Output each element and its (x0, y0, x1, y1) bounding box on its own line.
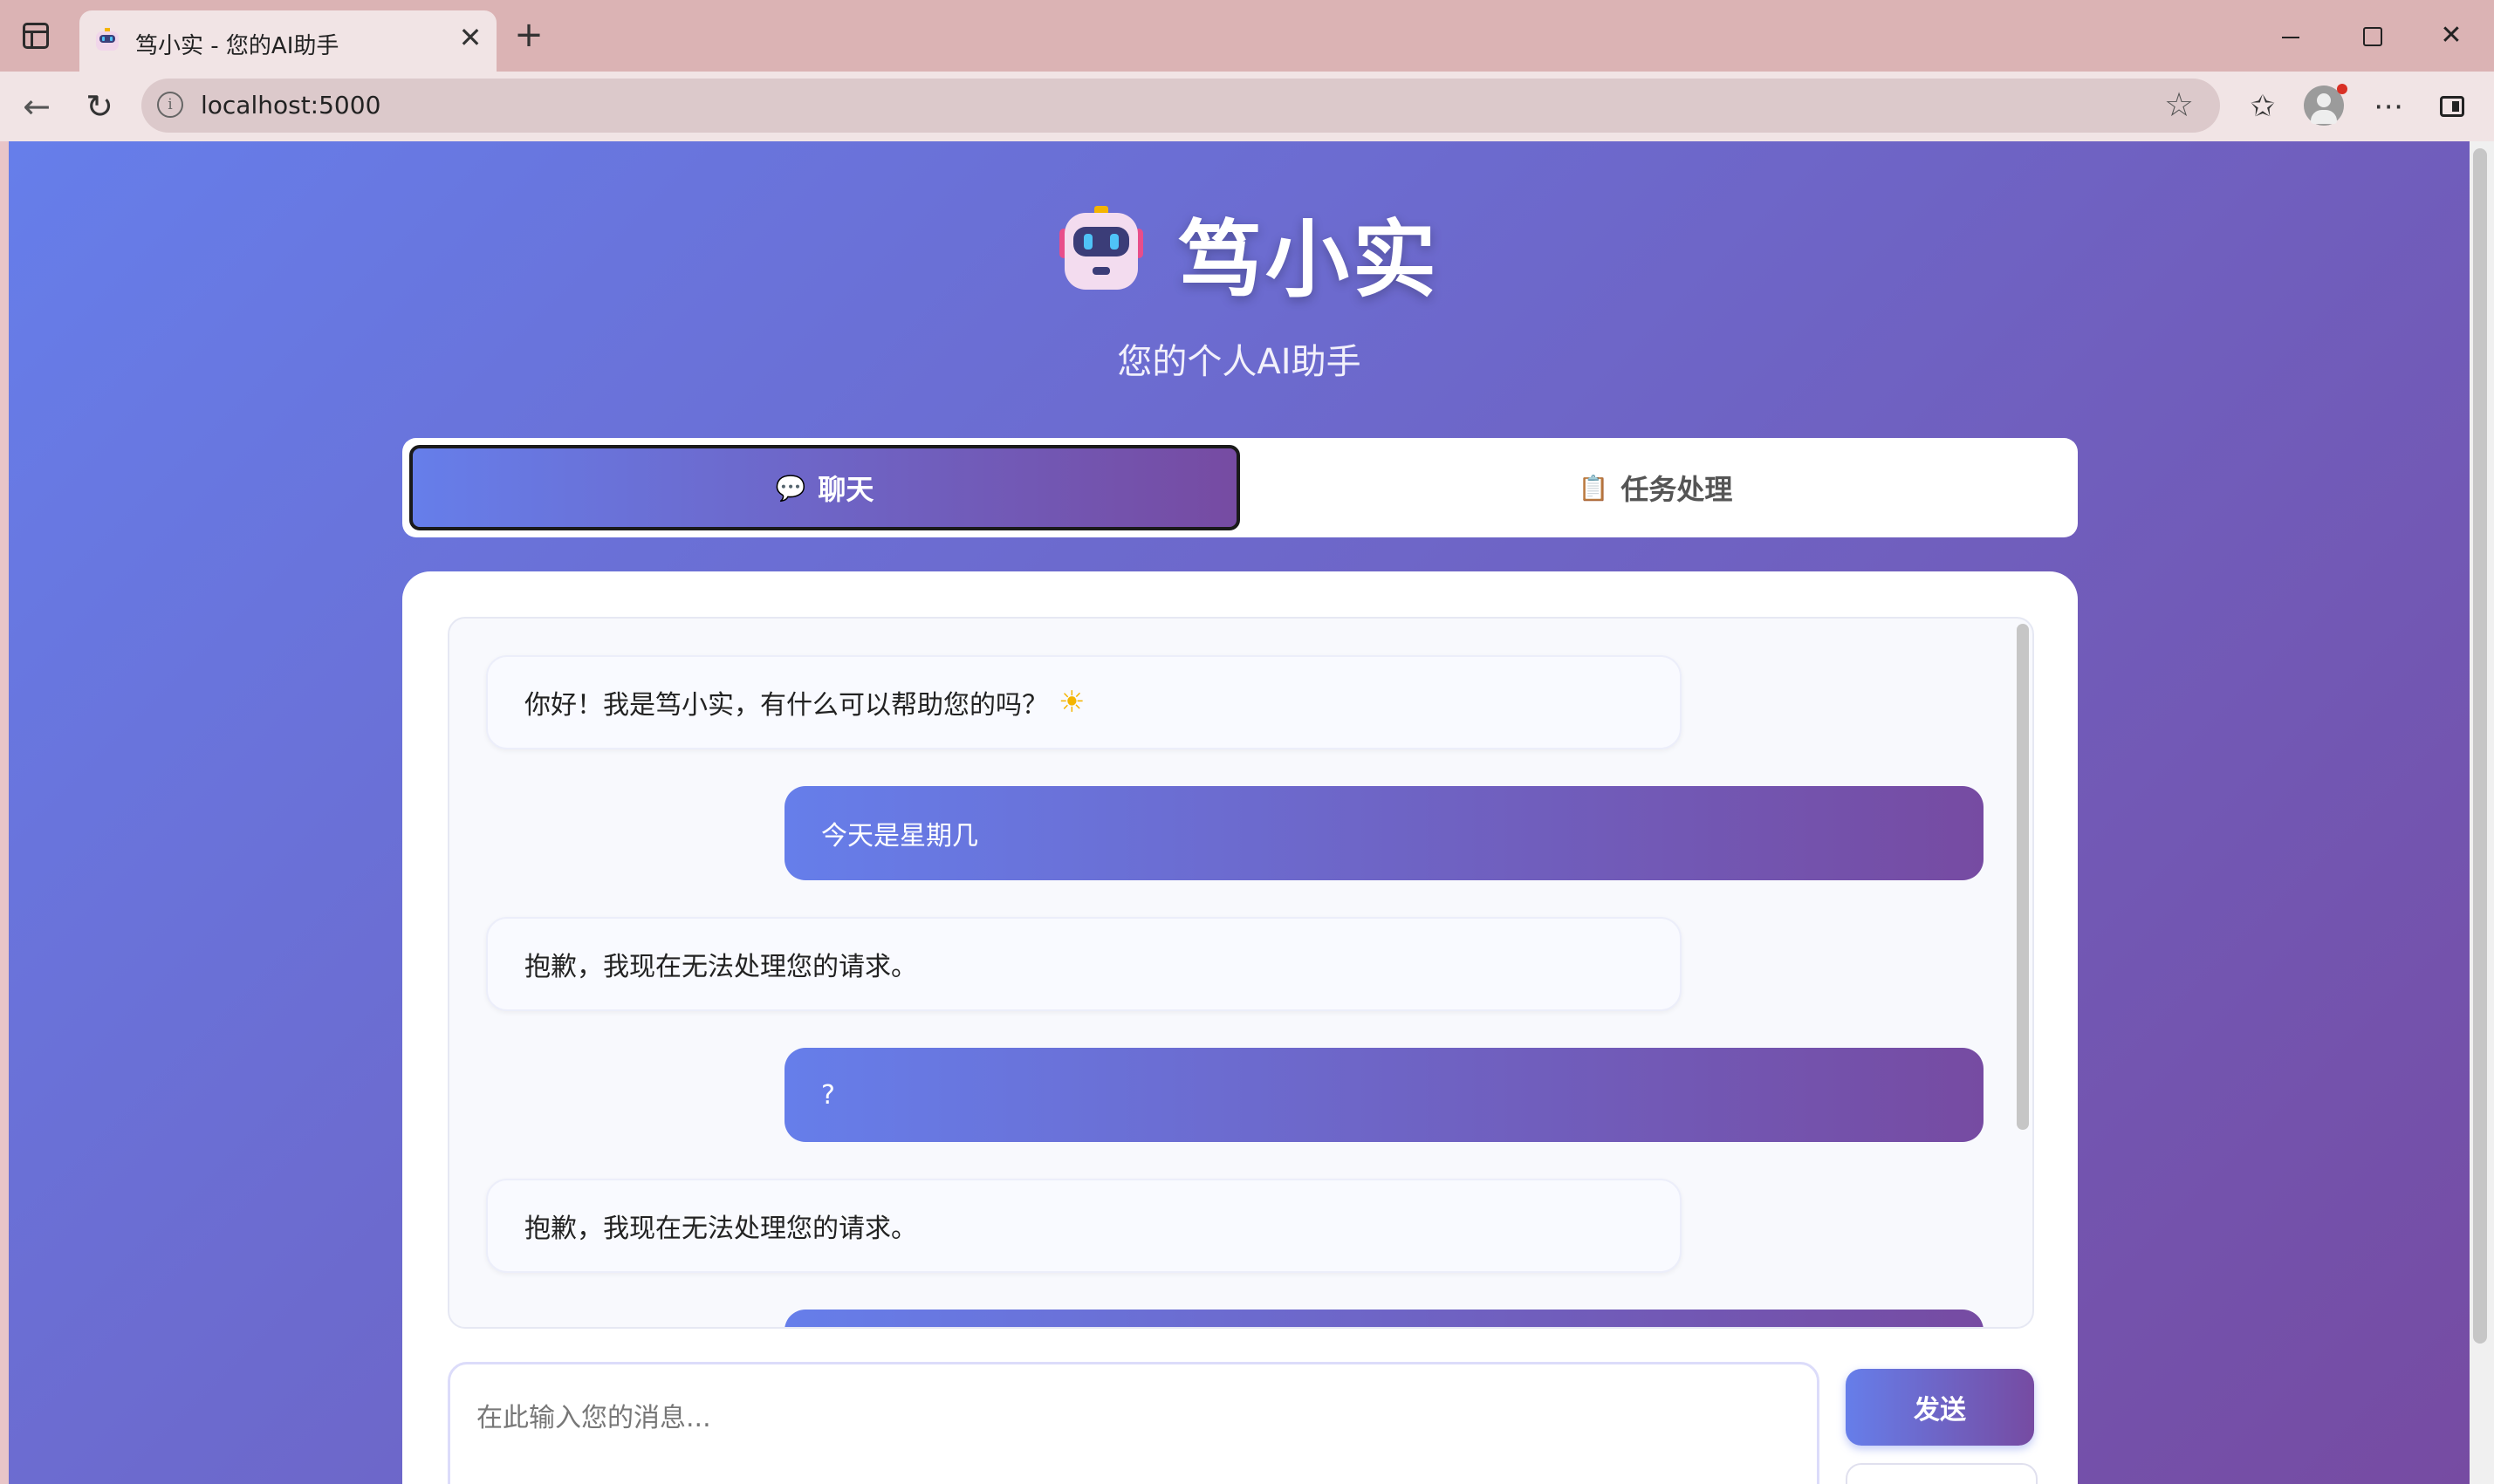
tab-chat-label: 聊天 (818, 473, 874, 506)
page-scrollbar-thumb[interactable] (2473, 148, 2487, 1344)
speech-bubble-icon: 💬 (775, 473, 806, 503)
new-tab-icon[interactable]: + (513, 17, 545, 52)
user-message: 今天是星期几 (785, 786, 1984, 880)
secondary-button[interactable] (1846, 1463, 2038, 1484)
message-text: 抱歉，我现在无法处理您的请求。 (524, 1214, 917, 1244)
mode-tabs: 💬 聊天 📋 任务处理 (402, 438, 2078, 537)
user-message-partial (785, 1310, 1984, 1327)
bot-message: 你好！我是笃小实，有什么可以帮助您的吗？ ☀ (486, 655, 1682, 749)
browser-tab-strip: 笃小实 - 您的AI助手 ✕ + ✕ (0, 0, 2494, 72)
tab-chat[interactable]: 💬 聊天 (409, 445, 1240, 530)
avatar-body (2311, 110, 2337, 124)
sidebar-icon-shape (2440, 96, 2464, 117)
tab-actions-icon[interactable] (23, 23, 49, 49)
bot-message: 抱歉，我现在无法处理您的请求。 (486, 1179, 1682, 1273)
profile-avatar[interactable] (2304, 84, 2347, 126)
user-message: ? (785, 1048, 1984, 1142)
chat-scrollbar-thumb[interactable] (2017, 624, 2029, 1130)
robot-favicon-icon (96, 28, 119, 51)
more-options-icon[interactable]: ⋯ (2367, 87, 2410, 126)
tab-title: 笃小实 - 您的AI助手 (135, 33, 339, 59)
maximize-window-button[interactable] (2349, 16, 2393, 56)
minimize-window-button[interactable] (2269, 16, 2312, 56)
chat-history[interactable]: 你好！我是笃小实，有什么可以帮助您的吗？ ☀ 今天是星期几 抱歉，我现在无法处理… (448, 617, 2034, 1329)
site-info-icon[interactable]: i (157, 92, 183, 118)
reload-icon[interactable]: ↻ (79, 85, 120, 127)
sidebar-toggle-icon[interactable] (2429, 87, 2473, 126)
message-text: 今天是星期几 (821, 821, 978, 851)
message-text: 你好！我是笃小实，有什么可以帮助您的吗？ (524, 690, 1048, 721)
back-arrow-icon[interactable]: ← (16, 85, 58, 127)
tab-task[interactable]: 📋 任务处理 (1240, 445, 2071, 530)
sun-icon: ☀ (1059, 685, 1086, 720)
avatar-head (2317, 93, 2331, 107)
close-window-button[interactable]: ✕ (2429, 16, 2473, 56)
address-bar[interactable]: i localhost:5000 ☆ (141, 79, 2220, 133)
url-text[interactable]: localhost:5000 (201, 91, 380, 120)
close-tab-icon[interactable]: ✕ (455, 22, 486, 53)
send-button[interactable]: 发送 (1846, 1369, 2034, 1446)
browser-toolbar: ← ↻ i localhost:5000 ☆ ✩ ⋯ (0, 72, 2494, 141)
favorites-icon[interactable]: ✩ (2241, 87, 2285, 126)
bot-message: 抱歉，我现在无法处理您的请求。 (486, 917, 1682, 1011)
chat-panel: 你好！我是笃小实，有什么可以帮助您的吗？ ☀ 今天是星期几 抱歉，我现在无法处理… (402, 571, 2078, 1484)
browser-tab[interactable]: 笃小实 - 您的AI助手 ✕ (79, 10, 497, 72)
page-title: 笃小实 (1178, 211, 1440, 309)
message-input-placeholder: 在此输入您的消息... (476, 1403, 711, 1433)
clipboard-icon: 📋 (1578, 473, 1609, 503)
page-subtitle: 您的个人AI助手 (1117, 342, 1361, 382)
tab-task-label: 任务处理 (1620, 473, 1733, 506)
page-scrollbar[interactable] (2470, 141, 2494, 1484)
robot-logo-icon (1059, 206, 1143, 290)
page-viewport: 笃小实 您的个人AI助手 💬 聊天 📋 任务处理 你好！我是笃小实，有什么可以帮… (9, 141, 2470, 1484)
bookmark-star-icon[interactable]: ☆ (2164, 87, 2194, 122)
message-text: 抱歉，我现在无法处理您的请求。 (524, 952, 917, 982)
message-text: ? (821, 1079, 835, 1111)
message-input[interactable]: 在此输入您的消息... (448, 1362, 1819, 1484)
